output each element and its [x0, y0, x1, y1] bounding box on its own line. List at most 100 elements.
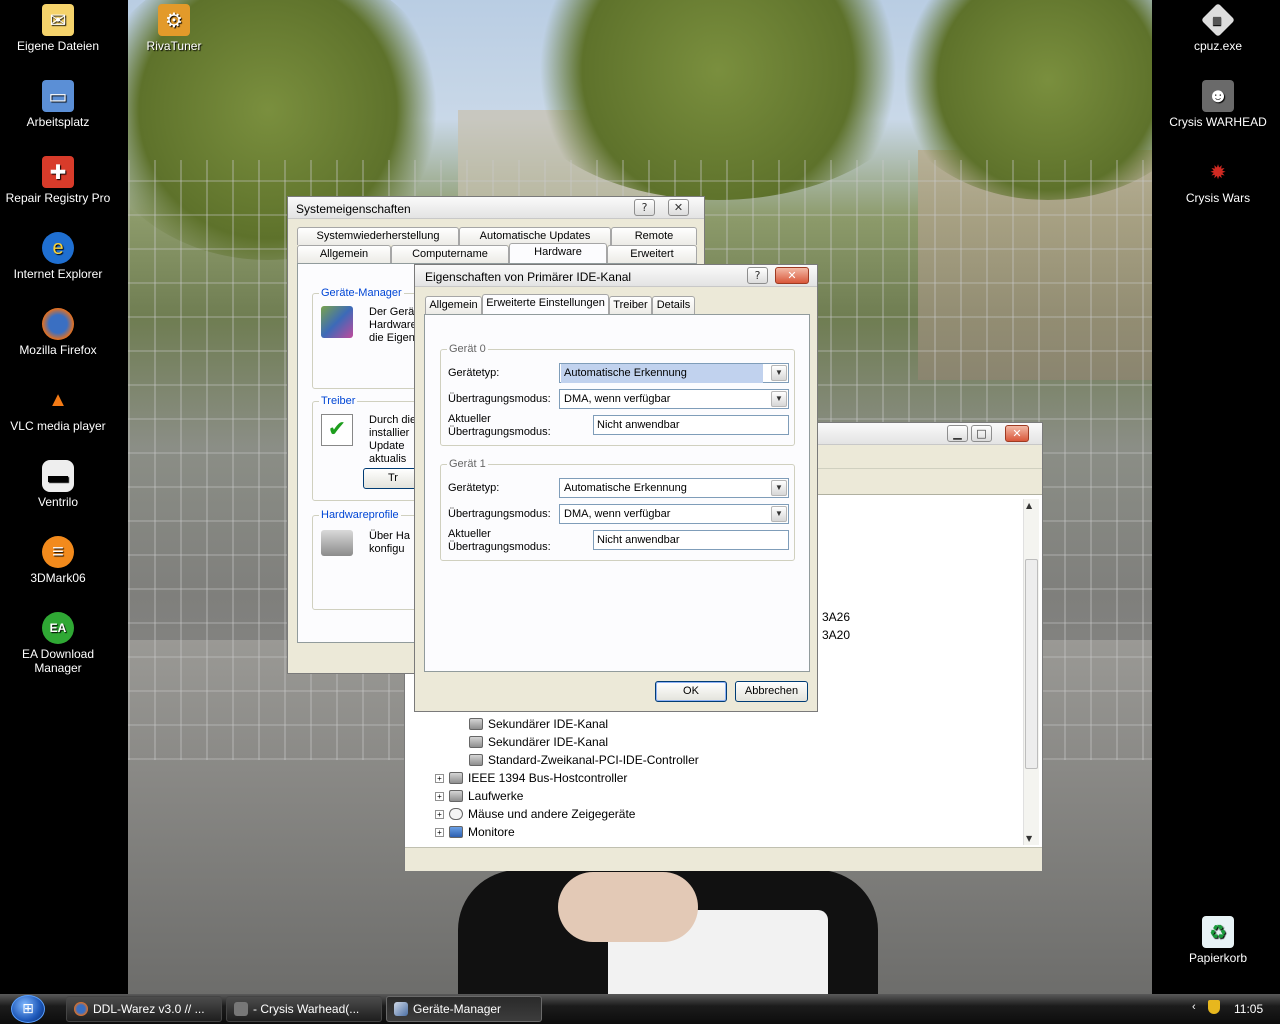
chevron-down-icon: ▼ [771, 506, 787, 522]
advanced-settings-panel: Gerät 0 Gerätetyp: Automatische Erkennun… [424, 314, 810, 672]
recycle-bin-icon: ♻ [1202, 916, 1234, 948]
desktop-icon-ea[interactable]: EA EA Download Manager [0, 612, 116, 675]
expand-icon[interactable]: + [435, 773, 444, 783]
rivatuner-icon: ⚙ [158, 4, 190, 36]
crysis-wars-icon: ✹ [1209, 161, 1227, 184]
desktop-icon-my-documents[interactable]: ✉ Eigene Dateien [0, 4, 116, 53]
ide-channel-icon [469, 718, 483, 730]
tree-item-laufwerke[interactable]: + Laufwerke [435, 787, 523, 805]
tree-code-1: 3A26 [822, 610, 851, 624]
device-type-select[interactable]: Automatische Erkennung ▼ [559, 363, 789, 383]
current-mode-field: Nicht anwendbar [593, 415, 789, 435]
transfer-mode-select[interactable]: DMA, wenn verfügbar ▼ [559, 504, 789, 524]
chevron-down-icon: ▼ [771, 391, 787, 407]
tree-item-monitors[interactable]: + Monitore [435, 823, 515, 841]
desktop-icon-recycle-bin[interactable]: ♻ Papierkorb [1160, 916, 1276, 965]
minimize-button[interactable]: ▁ [947, 425, 968, 442]
tab-computername[interactable]: Computername [391, 245, 509, 263]
firefox-icon [74, 1002, 88, 1016]
internet-explorer-icon: e [42, 232, 74, 264]
chevron-left-icon[interactable]: ‹ [1192, 1001, 1196, 1013]
taskbar: ⊞ DDL-Warez v3.0 // ... - Crysis Warhead… [0, 994, 1280, 1024]
tree-code-2: 3A20 [822, 628, 851, 642]
group-device-0: Gerät 0 Gerätetyp: Automatische Erkennun… [440, 343, 795, 446]
desktop-icon-vlc[interactable]: ▲ VLC media player [0, 384, 116, 434]
chevron-down-icon: ▼ [771, 365, 787, 381]
desktop-icon-cpuz[interactable]: ◆ cpuz.exe [1160, 3, 1276, 53]
ok-button[interactable]: OK [655, 681, 727, 702]
tree-item-mice[interactable]: + Mäuse und andere Zeigegeräte [435, 805, 635, 823]
scrollbar-thumb[interactable] [1025, 559, 1038, 769]
firefox-icon [42, 308, 74, 340]
my-computer-icon: ▭ [42, 80, 74, 112]
close-button[interactable]: ✕ [775, 267, 809, 284]
tab-erweitert[interactable]: Erweitert [607, 245, 697, 263]
group-title: Treiber [319, 395, 358, 407]
transfer-mode-label: Übertragungsmodus: [448, 393, 551, 405]
dialog-title: Eigenschaften von Primärer IDE-Kanal [425, 270, 632, 284]
expand-icon[interactable]: + [435, 827, 444, 837]
tab-systemwiederherstellung[interactable]: Systemwiederherstellung [297, 227, 459, 245]
taskbar-item-ddl-warez[interactable]: DDL-Warez v3.0 // ... [66, 996, 222, 1022]
tree-item-secondary-ide-2[interactable]: Sekundärer IDE-Kanal [469, 733, 608, 751]
tab-erweiterte-einstellungen[interactable]: Erweiterte Einstellungen [482, 294, 609, 314]
tab-remote[interactable]: Remote [611, 227, 697, 245]
desktop-icon-firefox[interactable]: Mozilla Firefox [0, 308, 116, 357]
tab-details[interactable]: Details [652, 296, 695, 314]
maximize-button[interactable]: □ [971, 425, 992, 442]
desktop-icon-repair-registry[interactable]: ✚ Repair Registry Pro [0, 156, 116, 205]
group-device-1: Gerät 1 Gerätetyp: Automatische Erkennun… [440, 458, 795, 561]
window-title: Systemeigenschaften [296, 202, 411, 216]
expand-icon[interactable]: + [435, 791, 444, 801]
chevron-down-icon: ▼ [771, 480, 787, 496]
tab-hardware[interactable]: Hardware [509, 243, 607, 263]
vertical-scrollbar[interactable]: ▲ ▼ [1023, 499, 1039, 845]
current-mode-label: Aktueller Übertragungsmodus: [448, 413, 551, 438]
crysis-warhead-icon: ☻ [1202, 80, 1234, 112]
my-documents-icon: ✉ [42, 4, 74, 36]
security-shield-icon[interactable] [1208, 1000, 1220, 1014]
group-title: Gerät 0 [447, 343, 488, 355]
device-type-label: Gerätetyp: [448, 367, 500, 379]
transfer-mode-label: Übertragungsmodus: [448, 508, 551, 520]
close-button[interactable]: ✕ [668, 199, 689, 216]
tab-allgemein[interactable]: Allgemein [425, 296, 482, 314]
status-bar [405, 847, 1042, 871]
ide-properties-dialog: Eigenschaften von Primärer IDE-Kanal ? ✕… [414, 264, 818, 712]
3dmark-icon: ≡ [42, 536, 74, 568]
desktop-icon-ventrilo[interactable]: ▬ Ventrilo [0, 460, 116, 509]
desktop-icon-3dmark[interactable]: ≡ 3DMark06 [0, 536, 116, 585]
tab-allgemein[interactable]: Allgemein [297, 245, 391, 263]
taskbar-item-device-manager[interactable]: Geräte-Manager [386, 996, 542, 1022]
hardware-profile-icon [321, 530, 353, 556]
start-button[interactable]: ⊞ [0, 994, 56, 1024]
windows-logo-icon: ⊞ [11, 995, 45, 1023]
cpuz-icon: ◆ [1201, 3, 1235, 37]
desktop-icon-rivatuner[interactable]: ⚙ RivaTuner [116, 4, 232, 53]
desktop-icon-internet-explorer[interactable]: e Internet Explorer [0, 232, 116, 281]
expand-icon[interactable]: + [435, 809, 444, 819]
group-text: Der Gerät Hardware die Eigens [369, 306, 421, 344]
desktop-icon-crysis-warhead[interactable]: ☻ Crysis WARHEAD [1160, 80, 1276, 129]
current-mode-field: Nicht anwendbar [593, 530, 789, 550]
cancel-button[interactable]: Abbrechen [735, 681, 808, 702]
tab-treiber[interactable]: Treiber [609, 296, 652, 314]
ide-controller-icon [469, 754, 483, 766]
tree-item-pci-ide-controller[interactable]: Standard-Zweikanal-PCI-IDE-Controller [469, 751, 699, 769]
transfer-mode-select[interactable]: DMA, wenn verfügbar ▼ [559, 389, 789, 409]
close-button[interactable]: ✕ [1005, 425, 1029, 442]
tree-item-ieee1394[interactable]: + IEEE 1394 Bus-Hostcontroller [435, 769, 627, 787]
taskbar-item-crysis-warhead[interactable]: - Crysis Warhead(... [226, 996, 382, 1022]
device-manager-icon [321, 306, 353, 338]
ea-icon: EA [42, 612, 74, 644]
desktop-icon-my-computer[interactable]: ▭ Arbeitsplatz [0, 80, 116, 129]
group-text: Über Ha konfigu [369, 530, 410, 555]
disk-drive-icon [449, 790, 463, 802]
help-button[interactable]: ? [634, 199, 655, 216]
group-title: Hardwareprofile [319, 509, 401, 521]
desktop-icon-crysis-wars[interactable]: ✹ Crysis Wars [1160, 156, 1276, 206]
help-button[interactable]: ? [747, 267, 768, 284]
clock[interactable]: 11:05 [1234, 1002, 1263, 1016]
tree-item-secondary-ide-1[interactable]: Sekundärer IDE-Kanal [469, 715, 608, 733]
device-type-select[interactable]: Automatische Erkennung ▼ [559, 478, 789, 498]
